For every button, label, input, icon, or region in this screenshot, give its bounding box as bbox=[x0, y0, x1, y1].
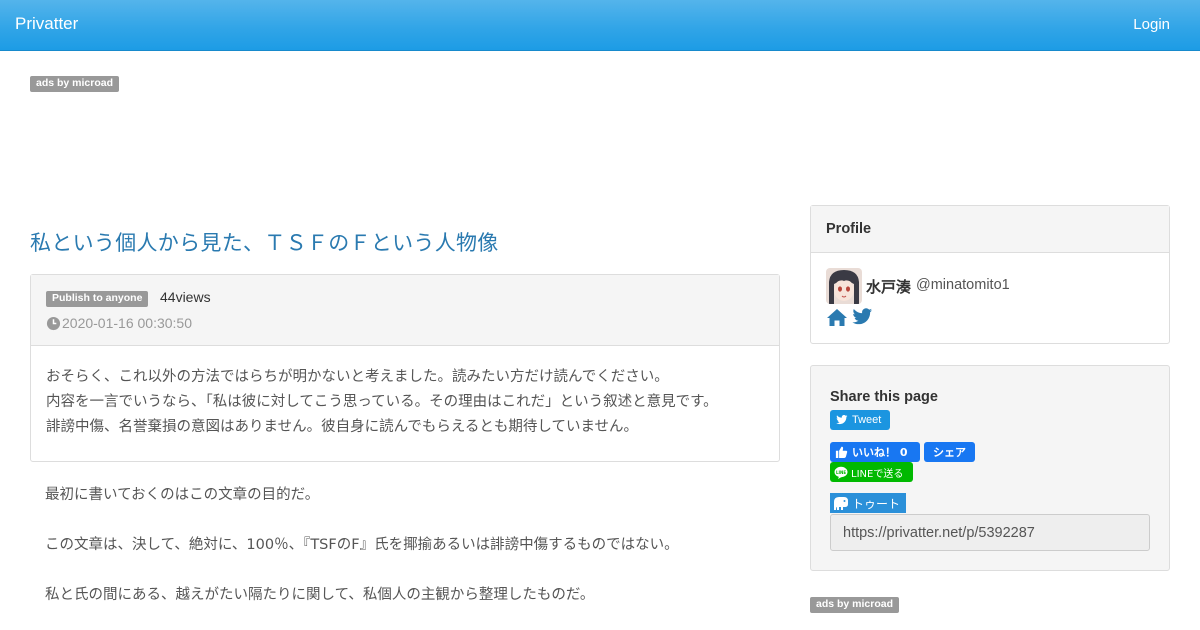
visibility-badge: Publish to anyone bbox=[46, 291, 149, 307]
post-intro: おそらく、これ以外の方法ではらちが明かないと考えました。読みたい方だけ読んでくだ… bbox=[31, 346, 779, 440]
mastodon-icon bbox=[834, 496, 848, 510]
profile-handle[interactable]: @minatomito1 bbox=[916, 277, 1010, 293]
line-label: LINEで送る bbox=[851, 468, 904, 480]
login-link[interactable]: Login bbox=[1133, 16, 1170, 33]
content-paragraph: 私と氏の間にある、越えがたい隔たりに関して、私個人の主観から整理したものだ。 bbox=[45, 587, 595, 603]
brand-logo[interactable]: Privatter bbox=[15, 14, 78, 34]
profile-panel: Profile 水戸湊 @minatomito1 bbox=[810, 205, 1170, 344]
post-meta: Publish to anyone 44views 2020-01-16 00:… bbox=[31, 275, 779, 346]
ads-label-top: ads by microad bbox=[30, 76, 120, 92]
ads-label-side: ads by microad bbox=[810, 597, 900, 613]
toot-button[interactable]: トゥート bbox=[830, 493, 906, 513]
post-info-panel: Publish to anyone 44views 2020-01-16 00:… bbox=[30, 274, 780, 462]
facebook-like-button[interactable]: いいね！ 0 bbox=[830, 442, 920, 462]
line-button[interactable]: LINE LINEで送る bbox=[830, 462, 913, 482]
share-panel: Share this page Tweet いいね！ 0 シェア LINE LI… bbox=[810, 365, 1170, 571]
navbar: Privatter Login bbox=[0, 0, 1200, 51]
avatar[interactable] bbox=[826, 268, 862, 304]
like-label: いいね！ 0 bbox=[852, 446, 908, 459]
content-paragraph: 最初に書いておくのはこの文章の目的だ。 bbox=[45, 487, 320, 503]
tweet-label: Tweet bbox=[852, 414, 882, 426]
twitter-icon bbox=[836, 415, 848, 425]
post-date: 2020-01-16 00:30:50 bbox=[46, 315, 192, 331]
post-title[interactable]: 私という個人から見た、ＴＳＦのＦという人物像 bbox=[30, 227, 499, 257]
post-content: 最初に書いておくのはこの文章の目的だ。 この文章は、決して、絶対に、100％、『… bbox=[45, 483, 765, 630]
intro-line: 内容を一言でいうなら、「私は彼に対してこう思っている。その理由はこれだ」という叙… bbox=[46, 394, 718, 410]
twitter-icon[interactable] bbox=[852, 308, 873, 330]
intro-line: 誹謗中傷、名誉棄損の意図はありません。彼自身に読んでもらえるとも期待していません… bbox=[46, 419, 639, 435]
view-count: 44views bbox=[160, 289, 211, 305]
toot-label: トゥート bbox=[852, 496, 901, 511]
intro-line: おそらく、これ以外の方法ではらちが明かないと考えました。読みたい方だけ読んでくだ… bbox=[46, 369, 669, 385]
clock-icon bbox=[46, 316, 61, 330]
thumbs-up-icon bbox=[835, 446, 848, 458]
tweet-button[interactable]: Tweet bbox=[830, 410, 890, 430]
share-url-field[interactable] bbox=[830, 514, 1150, 551]
profile-heading: Profile bbox=[811, 206, 1169, 253]
facebook-share-button[interactable]: シェア bbox=[924, 442, 975, 462]
home-icon[interactable] bbox=[826, 308, 848, 331]
content-paragraph: この文章は、決して、絶対に、100％、『TSFのF』氏を揶揄あるいは誹謗中傷する… bbox=[45, 537, 679, 553]
post-date-text: 2020-01-16 00:30:50 bbox=[62, 315, 192, 331]
profile-name[interactable]: 水戸湊 bbox=[866, 276, 911, 297]
line-icon: LINE bbox=[834, 466, 848, 479]
share-heading: Share this page bbox=[830, 389, 938, 405]
svg-text:LINE: LINE bbox=[836, 469, 846, 474]
